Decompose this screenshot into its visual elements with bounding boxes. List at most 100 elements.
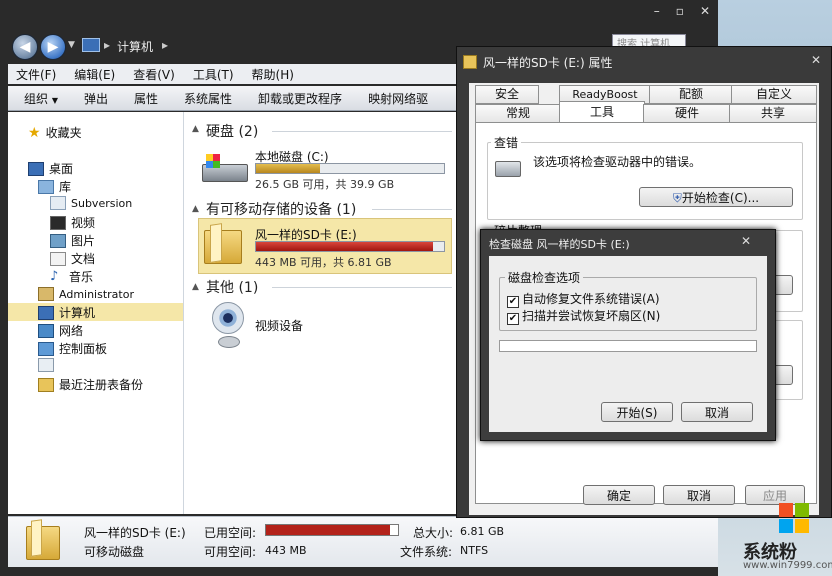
tab-quota[interactable]: 配额 bbox=[649, 85, 733, 104]
details-used-label: 已用空间: bbox=[204, 526, 257, 540]
details-fs-label: 文件系统: bbox=[400, 545, 453, 559]
nav-documents[interactable]: 文档 bbox=[50, 250, 95, 267]
nav-favorites-label: 收藏夹 bbox=[45, 126, 82, 140]
eject-button[interactable]: 弹出 bbox=[84, 90, 108, 107]
documents-icon bbox=[50, 251, 66, 266]
menu-edit[interactable]: 编辑(E) bbox=[74, 66, 115, 83]
history-dropdown-icon[interactable]: ▼ bbox=[68, 40, 75, 50]
maximize-icon[interactable]: ▫ bbox=[676, 4, 684, 18]
network-icon bbox=[38, 323, 54, 338]
nav-recycle[interactable] bbox=[38, 358, 54, 372]
auto-fix-option[interactable]: ✔ 自动修复文件系统错误(A) bbox=[507, 290, 660, 308]
recycle-bin-icon bbox=[38, 358, 54, 372]
details-fs-value: NTFS bbox=[460, 544, 489, 557]
auto-fix-label: 自动修复文件系统错误(A) bbox=[522, 292, 660, 306]
collapse-icon[interactable]: ▲ bbox=[192, 282, 199, 292]
group-hard-disks: 硬盘 (2) bbox=[206, 124, 259, 140]
nav-administrator[interactable]: Administrator bbox=[38, 287, 134, 301]
desktop-icon bbox=[28, 161, 44, 176]
scan-recover-label: 扫描并尝试恢复坏扇区(N) bbox=[522, 309, 661, 323]
nav-music-label: 音乐 bbox=[69, 270, 94, 284]
back-button[interactable]: ◀ bbox=[12, 34, 38, 60]
ok-button[interactable]: 确定 bbox=[583, 485, 655, 505]
collapse-icon[interactable]: ▲ bbox=[192, 204, 199, 214]
menu-help[interactable]: 帮助(H) bbox=[252, 66, 294, 83]
error-check-group-title: 查错 bbox=[491, 134, 522, 151]
video-device-name[interactable]: 视频设备 bbox=[255, 317, 303, 334]
nav-selection-highlight bbox=[8, 303, 183, 321]
nav-pictures[interactable]: 图片 bbox=[50, 232, 95, 249]
control-panel-icon bbox=[38, 341, 54, 356]
tab-tools[interactable]: 工具 bbox=[559, 101, 645, 123]
details-total-value: 6.81 GB bbox=[460, 525, 505, 538]
sd-card-usage-bar bbox=[255, 241, 445, 252]
details-drive-type: 可移动磁盘 bbox=[84, 545, 145, 559]
start-button[interactable]: 开始(S) bbox=[601, 402, 673, 422]
nav-computer[interactable]: 计算机 bbox=[38, 304, 95, 321]
details-total-label: 总大小: bbox=[413, 526, 454, 540]
tab-general[interactable]: 常规 bbox=[475, 104, 561, 123]
sd-card-info: 443 MB 可用，共 6.81 GB bbox=[255, 256, 392, 269]
details-usage-bar bbox=[265, 524, 399, 536]
menu-file[interactable]: 文件(F) bbox=[16, 66, 56, 83]
chevron-down-icon: ▼ bbox=[51, 95, 58, 105]
close-icon[interactable]: ✕ bbox=[700, 4, 710, 18]
pictures-icon bbox=[50, 233, 66, 248]
tab-customize[interactable]: 自定义 bbox=[731, 85, 817, 104]
properties-button[interactable]: 属性 bbox=[134, 90, 158, 107]
watermark: 系统粉 www.win7999.com bbox=[733, 500, 832, 576]
nav-registry-backup[interactable]: 最近注册表备份 bbox=[38, 376, 143, 393]
cancel-button[interactable]: 取消 bbox=[681, 402, 753, 422]
local-disk-icon bbox=[200, 150, 250, 184]
nav-control-panel-label: 控制面板 bbox=[59, 342, 108, 356]
error-check-text: 该选项将检查驱动器中的错误。 bbox=[533, 155, 702, 169]
divider bbox=[372, 209, 452, 210]
nav-administrator-label: Administrator bbox=[59, 287, 134, 301]
uninstall-button[interactable]: 卸载或更改程序 bbox=[258, 90, 342, 107]
sd-card-usage-fill bbox=[256, 242, 433, 251]
nav-video[interactable]: 视频 bbox=[50, 214, 95, 231]
divider bbox=[272, 131, 452, 132]
tab-hardware[interactable]: 硬件 bbox=[643, 104, 731, 123]
nav-library[interactable]: 库 bbox=[38, 178, 71, 195]
scan-recover-option[interactable]: ✔ 扫描并尝试恢复坏扇区(N) bbox=[507, 307, 660, 325]
cancel-button[interactable]: 取消 bbox=[663, 485, 735, 505]
star-icon: ★ bbox=[28, 124, 41, 141]
folder-icon bbox=[204, 223, 244, 264]
nav-documents-label: 文档 bbox=[71, 252, 96, 266]
close-icon[interactable]: ✕ bbox=[741, 234, 751, 248]
address-bar-text[interactable]: 计算机 bbox=[117, 38, 153, 55]
minimize-icon[interactable]: – bbox=[654, 4, 660, 18]
webcam-icon bbox=[210, 300, 246, 350]
map-drive-button[interactable]: 映射网络驱 bbox=[368, 90, 428, 107]
tab-sharing[interactable]: 共享 bbox=[729, 104, 817, 123]
start-check-button[interactable]: ⛨开始检查(C)... bbox=[639, 187, 793, 207]
group-removable: 有可移动存储的设备 (1) bbox=[206, 202, 357, 218]
local-disk-usage-fill bbox=[256, 164, 320, 173]
disk-options-title: 磁盘检查选项 bbox=[505, 269, 584, 286]
details-free-value: 443 MB bbox=[265, 544, 307, 557]
details-usage-fill bbox=[266, 525, 391, 535]
menu-view[interactable]: 查看(V) bbox=[133, 66, 175, 83]
tab-security[interactable]: 安全 bbox=[475, 85, 539, 104]
nav-computer-label: 计算机 bbox=[59, 306, 96, 320]
menu-tools[interactable]: 工具(T) bbox=[193, 66, 234, 83]
nav-favorites[interactable]: ★ 收藏夹 bbox=[28, 124, 82, 141]
organize-button[interactable]: 组织 ▼ bbox=[24, 90, 58, 107]
close-icon[interactable]: ✕ bbox=[811, 53, 821, 67]
forward-button[interactable]: ▶ bbox=[40, 34, 66, 60]
details-drive-name: 风一样的SD卡 (E:) bbox=[84, 526, 186, 540]
nav-desktop[interactable]: 桌面 bbox=[28, 160, 73, 177]
logo-green-square bbox=[795, 503, 809, 517]
music-icon: ♪ bbox=[50, 269, 59, 284]
nav-pictures-label: 图片 bbox=[71, 234, 96, 248]
nav-network[interactable]: 网络 bbox=[38, 322, 83, 339]
computer-icon bbox=[38, 305, 54, 320]
nav-music[interactable]: ♪ 音乐 bbox=[50, 268, 93, 285]
checkbox-checked-icon[interactable]: ✔ bbox=[507, 313, 519, 325]
nav-subversion[interactable]: Subversion bbox=[50, 196, 132, 210]
check-progress-bar bbox=[499, 340, 757, 352]
system-properties-button[interactable]: 系统属性 bbox=[184, 90, 232, 107]
nav-control-panel[interactable]: 控制面板 bbox=[38, 340, 107, 357]
collapse-icon[interactable]: ▲ bbox=[192, 124, 199, 134]
